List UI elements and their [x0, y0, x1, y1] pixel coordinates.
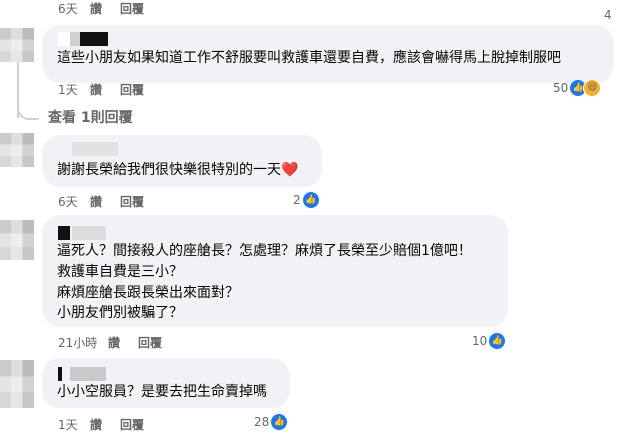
author-name-redacted[interactable]	[58, 367, 106, 381]
reply-button[interactable]: 回覆	[120, 416, 144, 433]
avatar[interactable]	[0, 220, 34, 260]
like-icon: 👍	[271, 414, 288, 430]
author-name-redacted[interactable]	[58, 226, 106, 240]
comment-text: 小朋友們別被騙了？	[57, 305, 183, 321]
comment-text: 逼死人？間接殺人的座艙長？怎處理？麻煩了長榮至少賠個1億吧！	[57, 243, 472, 259]
reaction-count: 10	[472, 334, 488, 348]
comment-text: 這些小朋友如果知道工作不舒服要叫救護車還要自費，應該會嚇得馬上脫掉制服吧	[57, 50, 561, 66]
comment-time[interactable]: 1天	[58, 81, 78, 98]
reaction-summary[interactable]: 2 👍	[293, 192, 319, 208]
reply-button[interactable]: 回覆	[120, 81, 144, 98]
avatar[interactable]	[0, 28, 34, 62]
comment-meta: 6天 讚 回覆	[58, 193, 198, 209]
reaction-count: 50	[553, 81, 569, 95]
reply-button[interactable]: 回覆	[138, 334, 162, 351]
reaction-summary[interactable]: 28 👍	[254, 414, 288, 430]
haha-icon: 😆	[583, 79, 602, 97]
reaction-count: 28	[254, 415, 270, 429]
like-button[interactable]: 讚	[90, 81, 102, 98]
thread-curve	[17, 100, 39, 120]
comment-time[interactable]: 6天	[58, 193, 78, 210]
top-like-button[interactable]: 讚	[90, 0, 102, 17]
top-time[interactable]: 6天	[58, 0, 78, 17]
avatar[interactable]	[0, 360, 34, 408]
like-button[interactable]: 讚	[90, 416, 102, 433]
comment-meta: 21小時 讚 回覆	[58, 334, 218, 350]
comment-meta: 1天 讚 回覆	[58, 81, 198, 97]
comment-meta: 1天 讚 回覆	[58, 416, 198, 432]
reaction-summary[interactable]: 50 👍 😆	[553, 79, 602, 97]
comment-time[interactable]: 21小時	[58, 334, 97, 351]
avatar[interactable]	[0, 133, 34, 167]
comment-time[interactable]: 1天	[58, 416, 78, 433]
comment-text: 謝謝長榮給我們很快樂很特別的一天❤️	[57, 162, 299, 178]
author-name-redacted[interactable]	[58, 142, 118, 156]
comment-text: 救護車自費是三小？	[57, 264, 183, 280]
comment-text: 小小空服員？是要去把生命賣掉嗎	[57, 384, 267, 400]
top-meta-row: 6天 讚 回覆	[58, 0, 198, 16]
reply-button[interactable]: 回覆	[120, 193, 144, 210]
view-replies-link[interactable]: 查看 1則回覆	[48, 107, 133, 127]
top-reaction-count[interactable]: 4	[604, 8, 612, 22]
like-icon: 👍	[489, 333, 506, 349]
author-name-redacted[interactable]	[58, 32, 108, 46]
reaction-count: 2	[293, 193, 301, 207]
like-button[interactable]: 讚	[90, 193, 102, 210]
like-icon: 👍	[302, 192, 319, 208]
like-button[interactable]: 讚	[108, 334, 120, 351]
reaction-summary[interactable]: 10 👍	[472, 333, 506, 349]
top-reply-button[interactable]: 回覆	[120, 0, 144, 17]
